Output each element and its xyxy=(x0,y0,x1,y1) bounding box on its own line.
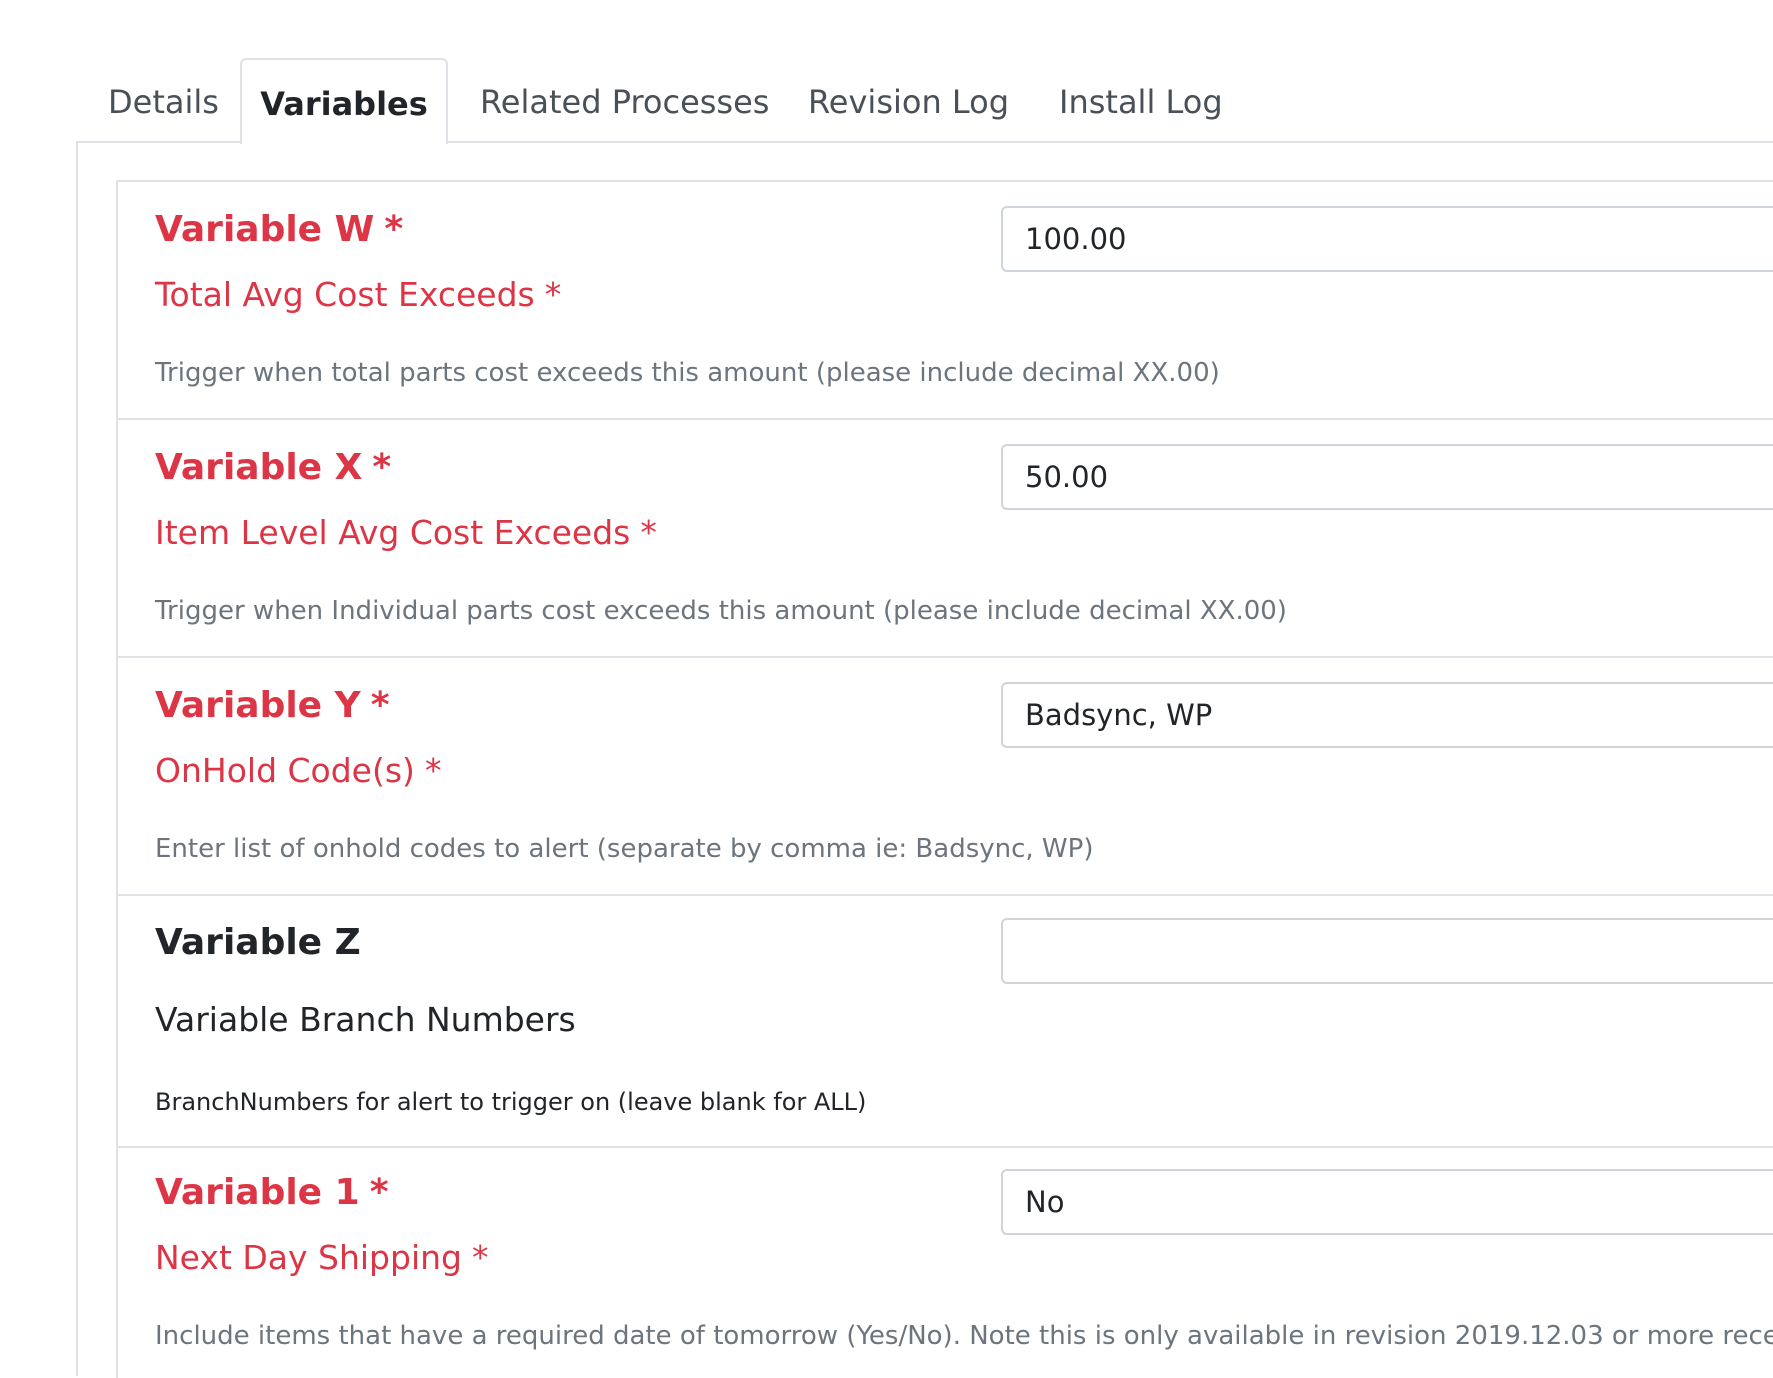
variable-help-text: Trigger when total parts cost exceeds th… xyxy=(155,358,1220,388)
tab-related-processes[interactable]: Related Processes xyxy=(480,58,769,142)
variable-z-input[interactable] xyxy=(1001,918,1773,984)
variable-row-1: Variable 1 * Next Day Shipping * Include i… xyxy=(118,1148,1773,1376)
variable-help-text: Enter list of onhold codes to alert (sep… xyxy=(155,834,1094,864)
tab-bar: Details Variables Related Processes Revi… xyxy=(0,0,1773,144)
variable-row-w: Variable W * Total Avg Cost Exceeds * Trig… xyxy=(118,182,1773,420)
tab-revision-log[interactable]: Revision Log xyxy=(808,58,1009,142)
variable-label: Total Avg Cost Exceeds * xyxy=(155,275,562,314)
variable-name: Variable 1 * xyxy=(155,1172,389,1213)
variable-help-text: Trigger when Individual parts cost excee… xyxy=(155,596,1287,626)
tab-variables[interactable]: Variables xyxy=(240,58,448,144)
variable-row-z: Variable Z Variable Branch Numbers Branc… xyxy=(118,896,1773,1148)
variable-y-input[interactable] xyxy=(1001,682,1773,748)
variable-row-y: Variable Y * OnHold Code(s) * Enter list o… xyxy=(118,658,1773,896)
variable-w-input[interactable] xyxy=(1001,206,1773,272)
variable-1-input[interactable] xyxy=(1001,1169,1773,1235)
variable-label: OnHold Code(s) * xyxy=(155,751,442,790)
variable-row-x: Variable X * Item Level Avg Cost Exceeds *… xyxy=(118,420,1773,658)
tab-install-log[interactable]: Install Log xyxy=(1059,58,1223,142)
tab-details[interactable]: Details xyxy=(108,58,219,142)
variable-help-text: BranchNumbers for alert to trigger on (l… xyxy=(155,1088,867,1116)
variable-name: Variable X * xyxy=(155,447,392,488)
variable-name: Variable Z xyxy=(155,922,361,963)
variable-x-input[interactable] xyxy=(1001,444,1773,510)
variable-name: Variable Y * xyxy=(155,685,390,726)
variable-label: Next Day Shipping * xyxy=(155,1238,489,1277)
variable-help-text: Include items that have a required date … xyxy=(155,1321,1773,1351)
variable-label: Variable Branch Numbers xyxy=(155,1000,576,1039)
variable-name: Variable W * xyxy=(155,209,404,250)
variable-label: Item Level Avg Cost Exceeds * xyxy=(155,513,657,552)
